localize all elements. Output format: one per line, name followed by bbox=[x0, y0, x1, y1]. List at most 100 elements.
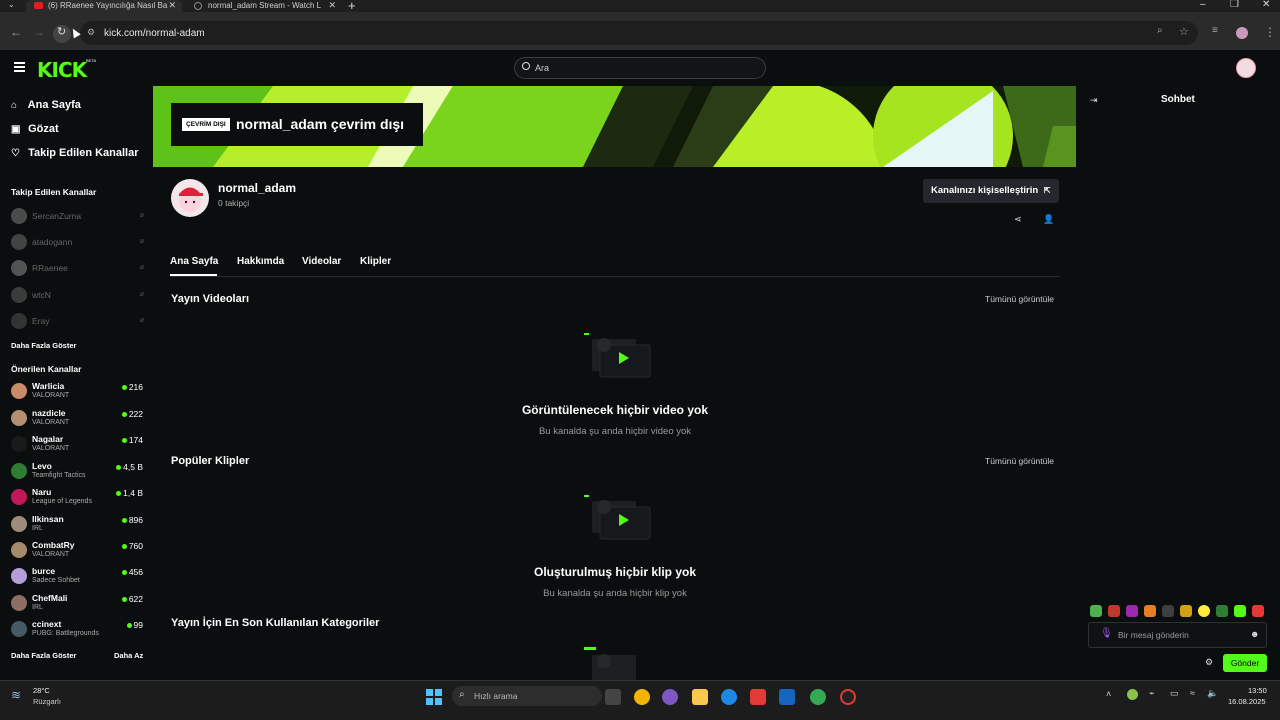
task-view-icon[interactable] bbox=[605, 689, 621, 705]
search-input[interactable] bbox=[514, 57, 766, 79]
copilot-icon[interactable] bbox=[662, 689, 678, 705]
window-close-icon[interactable]: ✕ bbox=[1262, 0, 1270, 10]
share-icon[interactable]: ⋖ bbox=[1014, 214, 1022, 225]
kick-logo[interactable]: KICK bbox=[37, 58, 87, 82]
store-icon[interactable] bbox=[779, 689, 795, 705]
tab-clips[interactable]: Klipler bbox=[360, 256, 391, 267]
back-icon[interactable]: ← bbox=[10, 25, 22, 39]
emote-icon[interactable] bbox=[1198, 605, 1210, 617]
weather-description[interactable]: Rüzgarlı bbox=[33, 697, 61, 706]
empty-category-icon bbox=[582, 647, 652, 680]
recommended-channel-item[interactable]: nazdicle VALORANT 222 bbox=[11, 408, 144, 432]
recommended-channel-item[interactable]: Nagalar VALORANT 174 bbox=[11, 434, 144, 458]
minimize-icon[interactable]: – bbox=[1200, 0, 1206, 10]
battery-icon[interactable]: ▭ bbox=[1170, 688, 1179, 699]
see-all-videos-link[interactable]: Tümünü görüntüle bbox=[985, 294, 1054, 304]
show-more-link[interactable]: Daha Fazla Göster bbox=[11, 651, 76, 660]
clock-time[interactable]: 13:50 bbox=[1248, 686, 1267, 695]
sidebar-item-home[interactable]: ⌂ Ana Sayfa bbox=[11, 99, 81, 111]
recommended-channel-item[interactable]: burce Sadece Sohbet 456 bbox=[11, 566, 144, 590]
recommended-channel-item[interactable]: ChefMali IRL 622 bbox=[11, 593, 144, 617]
followed-channel-item[interactable]: SercanZurna ⌀ bbox=[11, 207, 146, 225]
channel-category: Sadece Sohbet bbox=[32, 577, 80, 584]
file-explorer-icon[interactable] bbox=[692, 689, 708, 705]
recommended-channel-item[interactable]: CombatRy VALORANT 760 bbox=[11, 540, 144, 564]
sidebar-item-browse[interactable]: ▣ Gözat bbox=[11, 123, 59, 135]
edge-icon[interactable] bbox=[721, 689, 737, 705]
emote-icon[interactable] bbox=[1180, 605, 1192, 617]
reload-icon[interactable]: ↻ bbox=[57, 25, 66, 38]
profile-icon[interactable] bbox=[1236, 27, 1248, 39]
wifi-icon[interactable]: ≈ bbox=[1190, 688, 1195, 698]
weather-icon[interactable]: ≋ bbox=[11, 688, 21, 702]
tab-about[interactable]: Hakkımda bbox=[237, 256, 284, 267]
media-controls-icon[interactable]: ≡ bbox=[1212, 25, 1218, 36]
chrome-icon[interactable] bbox=[634, 689, 650, 705]
windows-start-icon[interactable] bbox=[426, 689, 442, 705]
avatar bbox=[11, 410, 27, 426]
chrome-active-icon[interactable] bbox=[810, 689, 826, 705]
browser-tab-1[interactable]: (6) RRaenee Yayıncılığa Nasıl Ba ✕ bbox=[26, 0, 182, 12]
emote-icon[interactable] bbox=[1144, 605, 1156, 617]
chat-settings-gear-icon[interactable]: ⚙ bbox=[1205, 657, 1213, 668]
bookmark-star-icon[interactable]: ☆ bbox=[1179, 25, 1189, 38]
recommended-channel-item[interactable]: Warlicia VALORANT 216 bbox=[11, 381, 144, 405]
collapse-chat-icon[interactable]: ⇥ bbox=[1090, 95, 1098, 106]
avatar bbox=[11, 208, 27, 224]
emote-icon[interactable] bbox=[1108, 605, 1120, 617]
show-more-link[interactable]: Daha Fazla Göster bbox=[11, 341, 76, 350]
emote-icon[interactable] bbox=[1252, 605, 1264, 617]
channel-name: Eray bbox=[32, 316, 50, 326]
recommended-channel-item[interactable]: Ilkinsan IRL 896 bbox=[11, 514, 144, 538]
obs-icon[interactable] bbox=[840, 689, 856, 705]
close-tab-icon[interactable]: ✕ bbox=[328, 0, 336, 11]
show-less-link[interactable]: Daha Az bbox=[114, 651, 143, 660]
customize-channel-button[interactable]: Kanalınızı kişiselleştirin ⇱ bbox=[923, 179, 1059, 203]
user-action-icon[interactable]: 👤 bbox=[1043, 214, 1054, 225]
tab-videos[interactable]: Videolar bbox=[302, 256, 341, 267]
beta-badge: BETA bbox=[86, 58, 97, 63]
emote-icon[interactable] bbox=[1126, 605, 1138, 617]
emote-icon[interactable] bbox=[1090, 605, 1102, 617]
channel-category: PUBG: Battlegrounds bbox=[32, 630, 99, 637]
see-all-clips-link[interactable]: Tümünü görüntüle bbox=[985, 456, 1054, 466]
volume-icon[interactable]: 🔈 bbox=[1207, 688, 1218, 699]
zoom-icon[interactable]: ⌕ bbox=[1157, 25, 1163, 36]
tab-list-chevron-icon[interactable]: ⌄ bbox=[8, 0, 15, 9]
live-dot-icon bbox=[122, 597, 127, 602]
menu-kebab-icon[interactable]: ⋮ bbox=[1264, 25, 1276, 39]
user-avatar[interactable] bbox=[1236, 58, 1256, 78]
network-icon[interactable]: ⌁ bbox=[1149, 688, 1154, 699]
send-button[interactable]: Gönder bbox=[1223, 654, 1267, 672]
emote-icon[interactable] bbox=[1216, 605, 1228, 617]
channel-avatar[interactable] bbox=[171, 179, 209, 217]
sidebar-item-following[interactable]: ♡ Takip Edilen Kanallar bbox=[11, 147, 139, 159]
recommended-channel-item[interactable]: ccinext PUBG: Battlegrounds 99 bbox=[11, 619, 144, 643]
weather-temperature[interactable]: 28°C bbox=[33, 686, 50, 695]
microphone-icon[interactable]: 🎙 bbox=[1100, 628, 1113, 639]
recommended-channel-item[interactable]: Naru League of Legends 1,4 B bbox=[11, 487, 144, 511]
tray-app-icon[interactable] bbox=[1127, 689, 1138, 700]
followed-channel-item[interactable]: atadogann ⌀ bbox=[11, 233, 146, 251]
tray-chevron-icon[interactable]: ˄ bbox=[1106, 689, 1111, 699]
recommended-channel-item[interactable]: Levo Teamfight Tactics 4,5 B bbox=[11, 461, 144, 485]
avatar bbox=[11, 463, 27, 479]
followed-channel-item[interactable]: RRaenee ⌀ bbox=[11, 259, 146, 277]
emote-icon[interactable] bbox=[1234, 605, 1246, 617]
emote-icon[interactable] bbox=[1162, 605, 1174, 617]
browser-tab-2[interactable]: normal_adam Stream - Watch L ✕ bbox=[190, 0, 342, 12]
emoji-icon[interactable]: ☻ bbox=[1250, 629, 1259, 639]
site-settings-icon[interactable]: ⚙ bbox=[87, 27, 95, 38]
followed-channel-item[interactable]: wtcN ⌀ bbox=[11, 286, 146, 304]
youtube-icon bbox=[34, 2, 43, 9]
followed-channel-item[interactable]: Eray ⌀ bbox=[11, 312, 146, 330]
url-text[interactable]: kick.com/normal-adam bbox=[104, 28, 205, 39]
restore-icon[interactable]: ❐ bbox=[1230, 0, 1239, 10]
clock-date[interactable]: 16.08.2025 bbox=[1228, 697, 1266, 706]
hamburger-menu-icon[interactable] bbox=[14, 62, 25, 72]
office-icon[interactable] bbox=[750, 689, 766, 705]
forward-icon[interactable]: → bbox=[33, 25, 45, 39]
tab-home[interactable]: Ana Sayfa bbox=[170, 256, 218, 267]
url-field[interactable] bbox=[80, 21, 1198, 45]
close-tab-icon[interactable]: ✕ bbox=[168, 0, 176, 11]
